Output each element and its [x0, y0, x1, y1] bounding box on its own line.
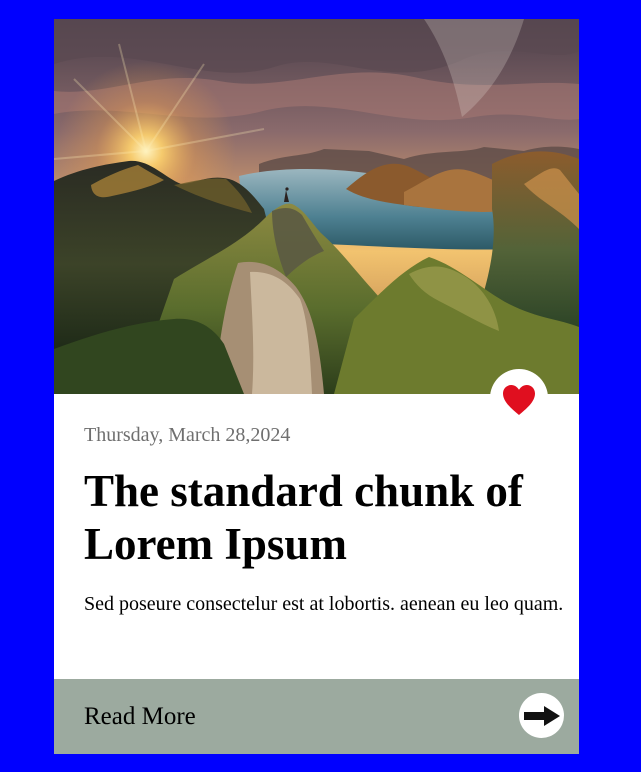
arrow-right-icon: [523, 705, 560, 726]
post-date: Thursday, March 28,2024: [84, 424, 291, 446]
read-more-link[interactable]: Read More: [84, 702, 196, 732]
mountain-landscape-image: [54, 19, 579, 394]
favorite-button[interactable]: [490, 369, 548, 427]
hero-image: [54, 19, 579, 394]
post-description: Sed poseure consectelur est at lobortis.…: [84, 593, 564, 615]
post-title: The standard chunk of Lorem Ipsum: [84, 466, 523, 569]
heart-icon: [503, 384, 535, 415]
card-footer: Read More: [54, 679, 579, 754]
article-card: Thursday, March 28,2024 The standard chu…: [54, 19, 579, 754]
next-arrow-button[interactable]: [519, 693, 564, 738]
